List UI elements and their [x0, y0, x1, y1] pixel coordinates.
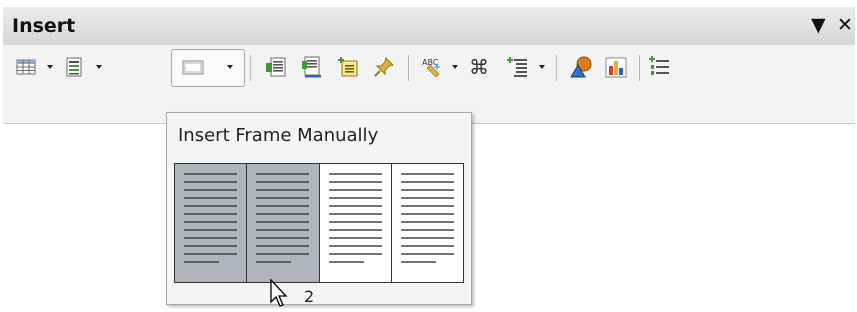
column-lines-icon	[256, 173, 310, 263]
popup-title: Insert Frame Manually	[178, 125, 379, 146]
toolbar-button-row: ABC ⌘	[3, 47, 855, 87]
mouse-cursor-icon	[270, 278, 288, 307]
column-grid[interactable]	[174, 163, 464, 283]
chevron-down-icon[interactable]	[536, 61, 548, 73]
chevron-down-icon[interactable]	[449, 61, 461, 73]
bullets-button[interactable]	[645, 51, 675, 83]
pin-icon	[374, 57, 394, 77]
toolbar-menu-icon[interactable]: ▼	[811, 16, 826, 35]
chevron-down-icon[interactable]	[44, 61, 56, 73]
insert-bookmark-button[interactable]	[369, 51, 399, 83]
column-option-4[interactable]	[391, 164, 463, 282]
column-lines-icon	[184, 173, 237, 263]
insert-note-button[interactable]	[333, 51, 363, 83]
chevron-down-icon[interactable]	[93, 61, 105, 73]
separator	[250, 55, 251, 81]
column-lines-icon	[328, 173, 382, 263]
insert-footnote-button[interactable]	[297, 51, 327, 83]
svg-text:⌘: ⌘	[469, 55, 489, 79]
close-icon[interactable]: ✕	[837, 16, 853, 35]
table-icon	[16, 59, 36, 75]
insert-chart-button[interactable]	[601, 51, 631, 83]
section-icon	[66, 57, 82, 77]
draw-shapes-button[interactable]	[565, 51, 597, 83]
insert-section-button[interactable]	[59, 51, 89, 83]
insert-index-button[interactable]	[503, 51, 533, 83]
chevron-down-icon[interactable]	[224, 61, 236, 73]
frame-icon	[182, 60, 204, 75]
spelling-icon: ABC	[422, 58, 441, 78]
special-character-icon: ⌘	[469, 55, 489, 79]
draw-shapes-icon	[570, 56, 592, 78]
column-option-1[interactable]	[175, 164, 248, 282]
toolbar-title: Insert	[12, 15, 76, 37]
column-option-3[interactable]	[319, 164, 392, 282]
fields-icon	[266, 57, 286, 77]
column-option-2[interactable]	[247, 164, 320, 282]
separator	[556, 55, 557, 81]
note-icon	[338, 57, 358, 77]
column-lines-icon	[400, 173, 454, 263]
bullets-icon	[649, 56, 669, 75]
insert-toolbar: Insert ▼ ✕ ABC ⌘	[3, 7, 855, 124]
insert-fields-button[interactable]	[261, 51, 291, 83]
special-character-button[interactable]: ⌘	[465, 51, 495, 83]
separator	[639, 55, 640, 81]
insert-table-button[interactable]	[11, 51, 41, 83]
column-count-label: 2	[304, 287, 315, 306]
chart-icon	[605, 57, 627, 78]
toolbar-titlebar[interactable]: Insert ▼ ✕	[3, 7, 855, 45]
spelling-button[interactable]: ABC	[417, 51, 447, 83]
separator	[408, 55, 409, 81]
insert-index-icon	[507, 57, 527, 77]
insert-frame-button[interactable]	[176, 51, 210, 83]
insert-frame-popup: Insert Frame Manually 2	[166, 112, 472, 307]
footnote-icon	[302, 56, 321, 78]
